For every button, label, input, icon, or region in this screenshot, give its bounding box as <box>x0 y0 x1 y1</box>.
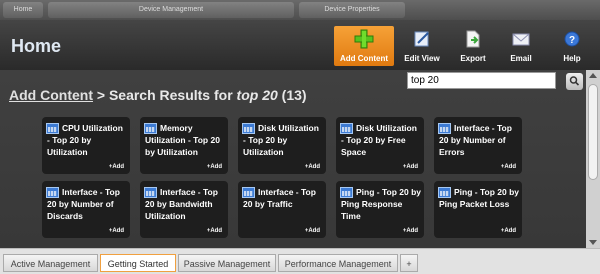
add-link[interactable]: +Add <box>305 228 320 234</box>
breadcrumb-text: > Search Results for <box>92 87 237 103</box>
card-title: Memory Utilization - Top 20 by Utilizati… <box>145 123 220 157</box>
scroll-down-icon[interactable] <box>589 240 597 245</box>
help-label: Help <box>563 54 581 63</box>
top-tab-device-management[interactable]: Device Management <box>48 2 294 18</box>
top-nav-bar: Home Device Management Device Properties <box>0 0 600 20</box>
search-button[interactable] <box>566 73 583 90</box>
envelope-icon <box>512 33 530 46</box>
page-title: Home <box>11 36 62 56</box>
breadcrumb-add-content-link[interactable]: Add Content <box>9 87 93 103</box>
content-card[interactable]: Interface - Top 20 by Number of Discards… <box>42 181 130 238</box>
email-button[interactable]: Email <box>498 26 544 66</box>
content-card[interactable]: Disk Utilization - Top 20 by Free Space +… <box>336 117 424 174</box>
scroll-up-icon[interactable] <box>589 73 597 78</box>
tab-getting-started[interactable]: Getting Started <box>100 254 176 272</box>
top-tab-device-properties[interactable]: Device Properties <box>299 2 405 18</box>
export-label: Export <box>460 54 486 63</box>
card-title: Interface - Top 20 by Number of Discards <box>47 187 120 221</box>
scrollbar-thumb[interactable] <box>588 84 598 180</box>
content-card[interactable]: Ping - Top 20 by Ping Response Time +Add <box>336 181 424 238</box>
edit-view-label: Edit View <box>404 54 440 63</box>
vertical-scrollbar[interactable] <box>586 70 600 248</box>
add-link[interactable]: +Add <box>403 228 418 234</box>
search-query: top 20 <box>236 87 278 103</box>
content-card[interactable]: CPU Utilization - Top 20 by Utilization +… <box>42 117 130 174</box>
help-button[interactable]: ? Help <box>552 26 592 66</box>
help-icon: ? <box>564 31 580 47</box>
add-link[interactable]: +Add <box>207 164 222 170</box>
card-title: Ping - Top 20 by Ping Packet Loss <box>439 187 520 209</box>
add-link[interactable]: +Add <box>109 164 124 170</box>
add-tab-button[interactable]: + <box>400 254 418 272</box>
content-card[interactable]: Interface - Top 20 by Bandwidth Utilizat… <box>140 181 228 238</box>
add-content-button[interactable]: Add Content <box>334 26 394 66</box>
add-link[interactable]: +Add <box>109 228 124 234</box>
content-card[interactable]: Memory Utilization - Top 20 by Utilizati… <box>140 117 228 174</box>
content-card[interactable]: Interface - Top 20 by Traffic +Add <box>238 181 326 238</box>
content-card[interactable]: Interface - Top 20 by Number of Errors +A… <box>434 117 522 174</box>
edit-view-button[interactable]: Edit View <box>397 26 447 66</box>
card-title: CPU Utilization - Top 20 by Utilization <box>47 123 123 157</box>
card-title: Interface - Top 20 by Bandwidth Utilizat… <box>145 187 218 221</box>
search-input[interactable] <box>407 72 556 89</box>
card-title: Interface - Top 20 by Traffic <box>243 187 316 209</box>
export-button[interactable]: Export <box>452 26 494 66</box>
add-link[interactable]: +Add <box>403 164 418 170</box>
bottom-tab-bar: Active Management Getting Started Passiv… <box>0 248 600 274</box>
svg-text:?: ? <box>569 35 575 46</box>
card-title: Disk Utilization - Top 20 by Utilization <box>243 123 319 157</box>
breadcrumb: Add Content > Search Results for top 20 … <box>9 87 307 103</box>
add-link[interactable]: +Add <box>305 164 320 170</box>
edit-icon <box>414 31 429 47</box>
top-tab-home[interactable]: Home <box>3 2 43 18</box>
add-link[interactable]: +Add <box>207 228 222 234</box>
plus-icon <box>354 29 374 49</box>
add-content-label: Add Content <box>340 54 388 63</box>
tab-performance-management[interactable]: Performance Management <box>278 254 398 272</box>
tab-passive-management[interactable]: Passive Management <box>178 254 276 272</box>
tab-active-management[interactable]: Active Management <box>3 254 98 272</box>
add-link[interactable]: +Add <box>501 164 516 170</box>
content-card[interactable]: Ping - Top 20 by Ping Packet Loss +Add <box>434 181 522 238</box>
email-label: Email <box>510 54 532 63</box>
export-icon <box>466 30 480 48</box>
result-count: (13) <box>277 87 307 103</box>
add-link[interactable]: +Add <box>501 228 516 234</box>
card-title: Disk Utilization - Top 20 by Free Space <box>341 123 417 157</box>
card-title: Ping - Top 20 by Ping Response Time <box>341 187 422 221</box>
search-icon <box>569 76 580 86</box>
content-card[interactable]: Disk Utilization - Top 20 by Utilization… <box>238 117 326 174</box>
card-title: Interface - Top 20 by Number of Errors <box>439 123 512 157</box>
